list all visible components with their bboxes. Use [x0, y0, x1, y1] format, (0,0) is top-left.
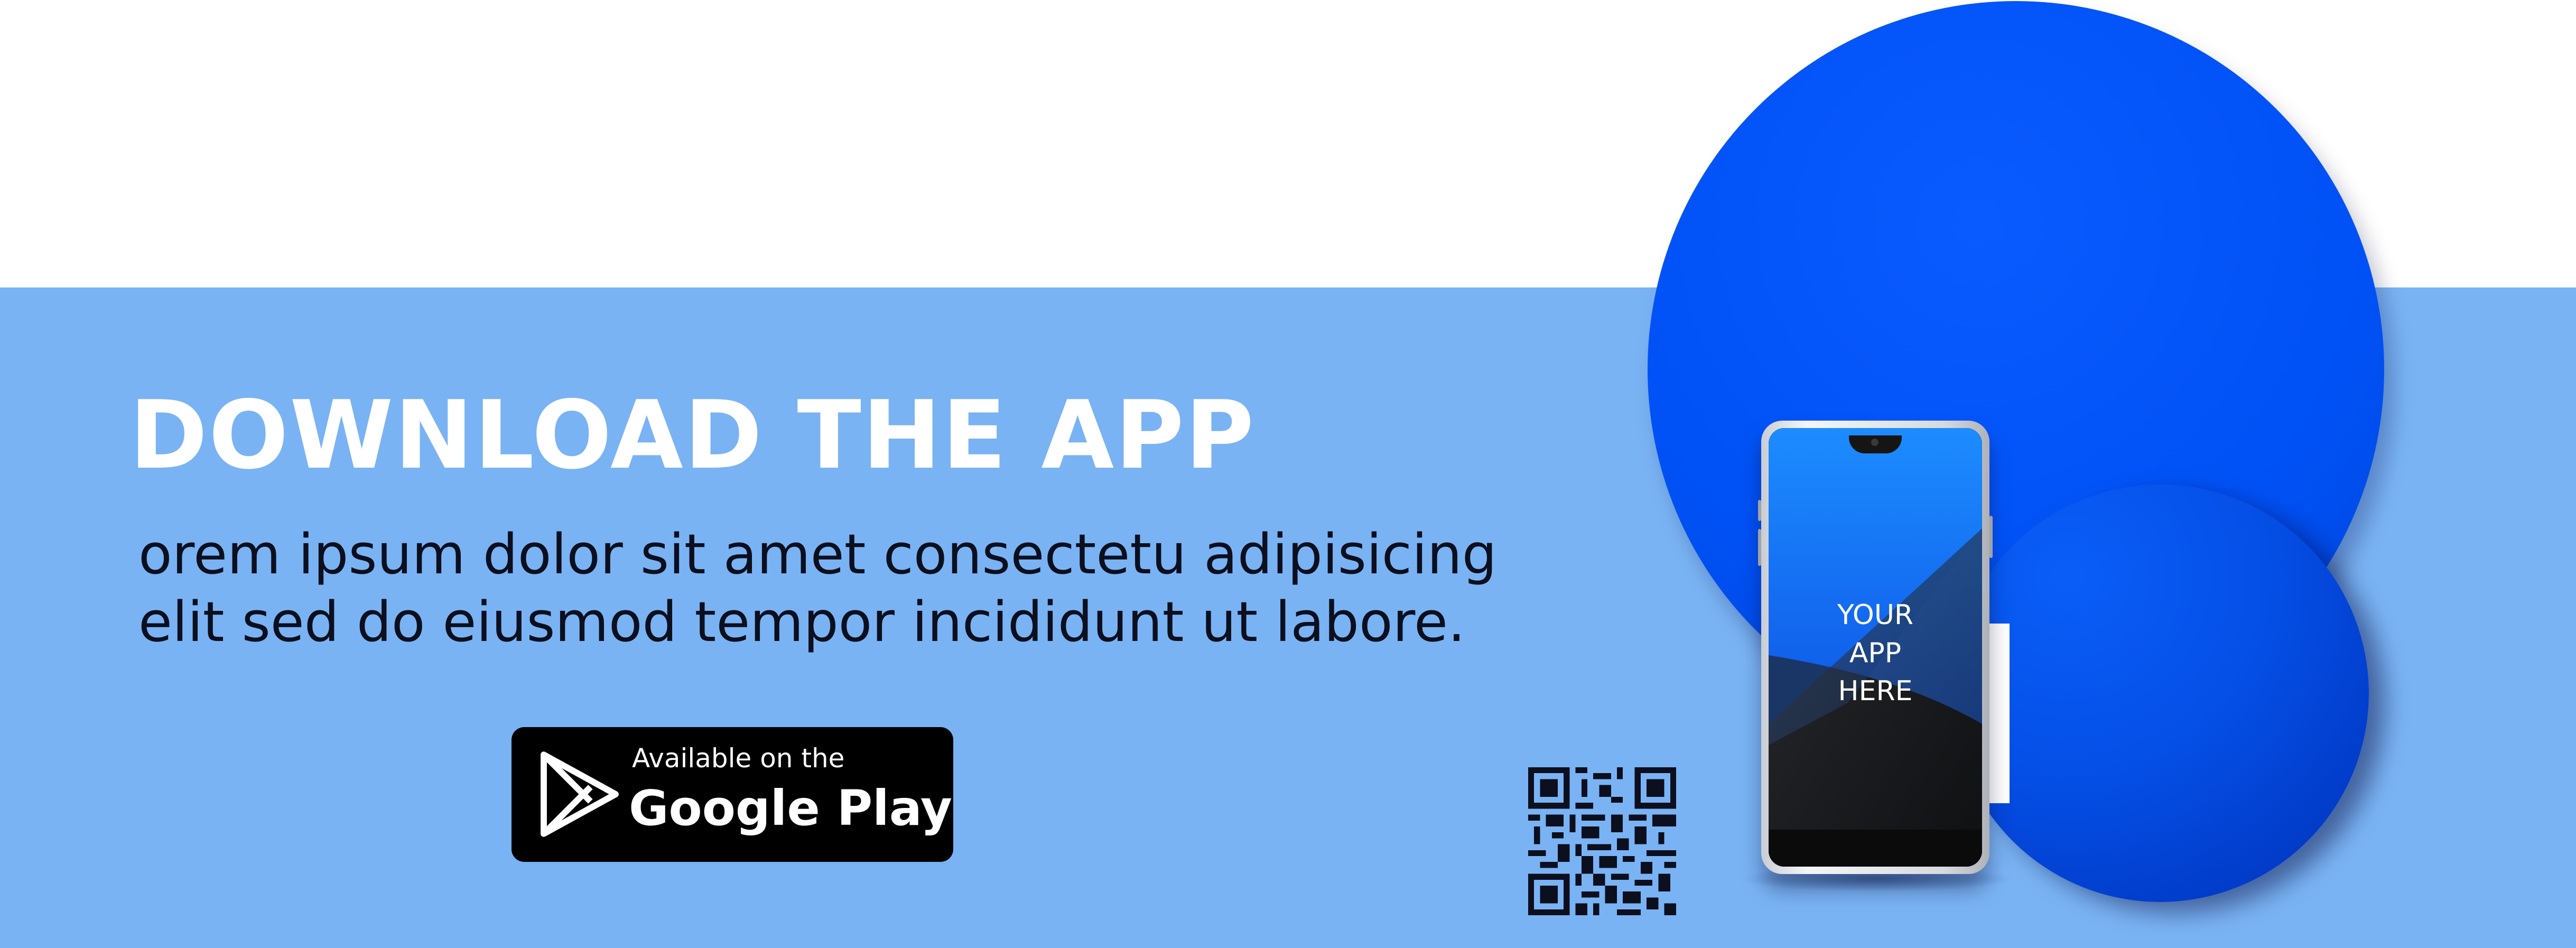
description-line-2: elit sed do eiusmod tempor incididunt ut… [138, 590, 1466, 654]
google-play-icon [541, 751, 619, 837]
badge-big-text: Google Play [629, 780, 952, 837]
phone-screen: YOUR APP HERE [1769, 428, 1982, 867]
screen-text-line-2: APP [1849, 637, 1902, 669]
google-play-badge-button[interactable]: Available on the Google Play [512, 727, 953, 862]
phone-mockup: YOUR APP HERE [1758, 421, 1993, 874]
badge-small-text: Available on the [632, 743, 845, 774]
camera-icon [1871, 439, 1878, 446]
description: orem ipsum dolor sit amet consectetu adi… [138, 521, 1565, 656]
qr-code-icon [1528, 767, 1676, 915]
promo-banner: DOWNLOAD THE APP orem ipsum dolor sit am… [0, 0, 2576, 948]
description-line-1: orem ipsum dolor sit amet consectetu adi… [138, 522, 1497, 587]
screen-text-line-3: HERE [1838, 675, 1913, 707]
small-blue-circle [1951, 485, 2369, 902]
phone-screen-text: YOUR APP HERE [1769, 596, 1982, 710]
phone-side-button [1758, 500, 1761, 521]
screen-text-line-1: YOUR [1837, 599, 1914, 631]
headline: DOWNLOAD THE APP [129, 380, 1256, 490]
phone-power-button [1989, 516, 1993, 558]
phone-volume-button [1758, 529, 1761, 566]
